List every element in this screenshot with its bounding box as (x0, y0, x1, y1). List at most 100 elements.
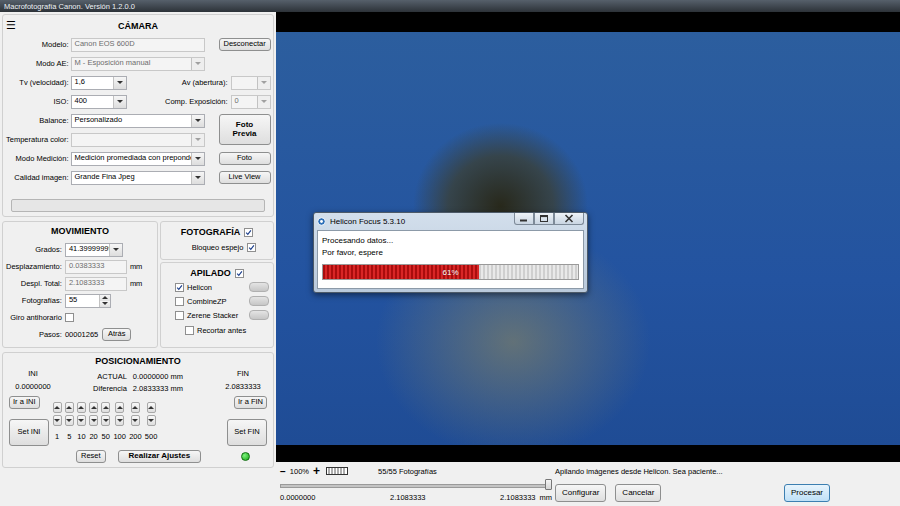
field-label: Tv (velocidad): (6, 78, 69, 87)
spin-down-icon[interactable] (100, 301, 110, 307)
dropdown[interactable]: Personalizado (71, 114, 205, 128)
option-label: Bloqueo espejo (192, 243, 244, 252)
camera-button[interactable]: Foto Previa (219, 114, 271, 145)
step-down-icon[interactable] (115, 415, 124, 426)
step-label: 200 (129, 432, 142, 441)
maximize-icon[interactable] (534, 213, 554, 225)
action-button[interactable]: Configurar (555, 484, 606, 502)
current-label: ACTUAL (93, 372, 127, 381)
step-down-icon[interactable] (77, 415, 86, 426)
engine-settings-button[interactable] (249, 296, 269, 306)
engine-checkbox[interactable] (175, 283, 184, 292)
step-down-icon[interactable] (53, 415, 62, 426)
field-label: Pasos: (6, 330, 62, 339)
crop-checkbox[interactable] (185, 326, 194, 335)
step-up-icon[interactable] (77, 402, 86, 413)
minimize-icon[interactable] (514, 213, 534, 225)
zoom-in-button[interactable]: + (313, 464, 320, 478)
zoom-out-button[interactable]: − (280, 466, 286, 477)
step-down-icon[interactable] (65, 415, 74, 426)
engine-checkbox[interactable] (175, 311, 184, 320)
dialog-title-bar: Helicon Focus 5.3.10 (317, 213, 584, 230)
set-ini-button[interactable]: Set INI (9, 419, 49, 446)
progress-reading: 61% (323, 265, 578, 279)
dropdown-arrow-icon[interactable] (191, 115, 204, 127)
photography-checkbox[interactable] (244, 228, 253, 237)
step-up-icon[interactable] (147, 402, 156, 413)
unit-label: mm (130, 279, 143, 288)
step-down-icon[interactable] (101, 415, 110, 426)
dropdown-arrow-icon[interactable] (113, 96, 126, 108)
crop-label: Recortar antes (197, 326, 246, 335)
step-down-icon[interactable] (131, 415, 140, 426)
step-control: 1 (53, 402, 62, 441)
dropdown[interactable]: 0 (231, 95, 271, 109)
dropdown[interactable]: Grande Fina Jpeg (71, 171, 205, 185)
slider-mid: 2.1083333 (390, 493, 425, 502)
dropdown-arrow-icon[interactable] (257, 77, 270, 89)
engine-checkbox[interactable] (175, 297, 184, 306)
camera-button[interactable]: Desconectar (219, 38, 271, 51)
step-label: 100 (113, 432, 126, 441)
action-button[interactable]: Cancelar (615, 484, 661, 502)
step-up-icon[interactable] (53, 402, 62, 413)
dropdown-arrow-icon[interactable] (191, 134, 204, 146)
engine-settings-button[interactable] (249, 310, 269, 320)
dropdown[interactable]: 400 (71, 95, 127, 109)
filmstrip-icon[interactable] (326, 467, 348, 475)
step-up-icon[interactable] (131, 402, 140, 413)
step-down-icon[interactable] (89, 415, 98, 426)
camera-button[interactable]: Foto (219, 152, 271, 165)
text-field[interactable]: 0.0383333 (65, 260, 127, 274)
dropdown-arrow-icon[interactable] (191, 153, 204, 165)
position-slider[interactable] (280, 478, 552, 491)
engine-settings-button[interactable] (249, 282, 269, 292)
dropdown[interactable] (231, 76, 271, 90)
goto-fin-button[interactable]: Ir a FIN (234, 396, 267, 409)
window-title: Macrofotografía Canon. Versión 1.2.0.0 (4, 2, 135, 11)
camera-title: CÁMARA (20, 20, 256, 32)
difference-label: Diferencia (93, 384, 127, 393)
positioning-title: POSICIONAMIENTO (9, 355, 267, 367)
preview-panel: Helicon Focus 5.3.10 Procesando datos...… (276, 12, 900, 506)
step-control: 500 (145, 402, 158, 441)
step-up-icon[interactable] (115, 402, 124, 413)
dropdown-arrow-icon[interactable] (191, 58, 204, 70)
slider-thumb[interactable] (545, 479, 552, 490)
close-icon[interactable] (554, 213, 584, 225)
checkbox[interactable] (65, 313, 74, 322)
back-button[interactable]: Atrás (102, 328, 132, 341)
text-field[interactable]: Canon EOS 600D (71, 38, 205, 52)
number-spinner[interactable]: 55 (65, 294, 111, 308)
dropdown[interactable] (71, 133, 205, 147)
field-label: Modo AE: (6, 59, 69, 68)
dialog-title: Helicon Focus 5.3.10 (330, 217, 510, 226)
goto-ini-button[interactable]: Ir a INI (9, 396, 40, 409)
step-label: 500 (145, 432, 158, 441)
camera-button[interactable]: Live View (219, 171, 271, 184)
dropdown[interactable]: Medición promediada con preponder (71, 152, 205, 166)
degrees-dropdown[interactable]: 41.39999999 (65, 243, 123, 257)
dropdown-arrow-icon[interactable] (257, 96, 270, 108)
text-field[interactable]: 2.1083333 (65, 277, 127, 291)
step-up-icon[interactable] (65, 402, 74, 413)
reset-button[interactable]: Reset (76, 450, 106, 463)
dropdown[interactable]: M - Esposición manual (71, 57, 205, 71)
menu-icon[interactable]: ☰ (6, 20, 20, 32)
dropdown-arrow-icon[interactable] (191, 172, 204, 184)
slider-end: 2.1083333 (500, 493, 535, 502)
step-up-icon[interactable] (89, 402, 98, 413)
option-checkbox[interactable] (247, 243, 256, 252)
dropdown-arrow-icon[interactable] (109, 244, 122, 256)
step-up-icon[interactable] (101, 402, 110, 413)
dialog-message: Procesando datos... (322, 236, 579, 245)
apply-button[interactable]: Realizar Ajustes (118, 450, 202, 463)
set-fin-button[interactable]: Set FIN (227, 419, 267, 446)
field-label: Despl. Total: (6, 279, 62, 288)
step-down-icon[interactable] (147, 415, 156, 426)
process-button[interactable]: Procesar (784, 484, 830, 502)
dropdown-arrow-icon[interactable] (113, 77, 126, 89)
dropdown[interactable]: 1,6 (71, 76, 127, 90)
stacking-checkbox[interactable] (235, 269, 244, 278)
status-message: Apilando imágenes desde Helicon. Sea pac… (555, 465, 830, 477)
